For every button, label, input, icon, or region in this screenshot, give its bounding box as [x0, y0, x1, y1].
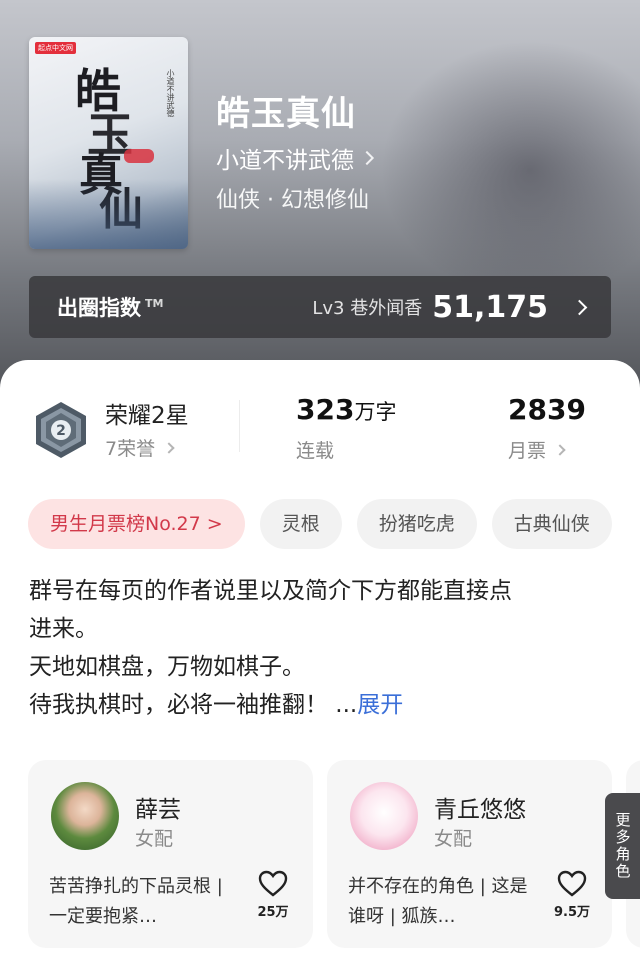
synopsis-line: 进来。: [29, 616, 98, 642]
book-info-card: 2 荣耀2星 7荣誉 323万字 连载 2839 月票 男生月票榜No.27 >…: [0, 360, 640, 957]
avatar: [51, 782, 119, 850]
cover-author: 小道不讲武德: [166, 69, 175, 117]
book-genre: 仙侠 · 幻想修仙: [216, 188, 369, 213]
chevron-right-icon: [571, 299, 588, 315]
like-button[interactable]: 25万: [253, 870, 293, 920]
tag-item[interactable]: 扮猪吃虎: [356, 499, 477, 549]
character-role: 女配: [135, 828, 174, 850]
popularity-index-bar[interactable]: 出圈指数 TM Lv3 巷外闻香 51,175: [29, 276, 611, 338]
expand-link[interactable]: 展开: [357, 692, 403, 718]
popularity-value: 51,175: [432, 289, 548, 325]
ranking-tag[interactable]: 男生月票榜No.27 >: [28, 499, 245, 549]
stats-row: 2 荣耀2星 7荣誉 323万字 连载 2839 月票: [0, 360, 640, 490]
heart-icon: [258, 870, 288, 897]
more-characters-button[interactable]: 更多角色: [605, 793, 640, 899]
honor-count[interactable]: 7荣誉: [105, 434, 175, 461]
chevron-right-icon: [554, 443, 566, 456]
avatar: [350, 782, 418, 850]
word-count: 323万字: [296, 393, 397, 426]
hexagon-badge-icon[interactable]: 2: [31, 400, 91, 460]
synopsis-line: 天地如棋盘，万物如棋子。: [29, 654, 305, 680]
heart-icon: [557, 870, 587, 897]
character-description: 并不存在的角色 | 这是谁呀 | 狐族…: [348, 876, 528, 927]
book-cover[interactable]: 起点中文网 皓 玉 真 仙 小道不讲武德: [29, 37, 188, 249]
chevron-right-icon: [359, 150, 375, 166]
character-role: 女配: [434, 828, 473, 850]
book-title: 皓玉真仙: [216, 94, 356, 134]
honor-title[interactable]: 荣耀2星: [105, 396, 189, 430]
book-header: 起点中文网 皓 玉 真 仙 小道不讲武德 皓玉真仙 小道不讲武德 仙侠 · 幻想…: [0, 0, 640, 400]
trademark-mark: TM: [145, 297, 164, 310]
author-link[interactable]: 小道不讲武德: [216, 141, 375, 175]
character-card[interactable]: 青丘悠悠 女配 并不存在的角色 | 这是谁呀 | 狐族… 9.5万: [327, 760, 612, 948]
serial-status: 连载: [296, 440, 335, 462]
synopsis-line: 群号在每页的作者说里以及简介下方都能直接点: [29, 578, 512, 604]
cover-art: [29, 179, 188, 249]
tag-item[interactable]: 古典仙侠: [491, 499, 612, 549]
honor-badge-number: 2: [56, 423, 66, 439]
character-name: 薛芸: [135, 797, 181, 823]
book-synopsis: 群号在每页的作者说里以及简介下方都能直接点 进来。 天地如棋盘，万物如棋子。 待…: [29, 572, 609, 724]
character-name: 青丘悠悠: [434, 797, 526, 823]
monthly-votes-link[interactable]: 月票: [508, 436, 566, 463]
cover-seal: [124, 149, 154, 163]
monthly-votes-count: 2839: [508, 393, 586, 426]
popularity-level: Lv3 巷外闻香: [312, 298, 423, 319]
chevron-right-icon: [163, 441, 175, 454]
like-count: 25万: [257, 905, 289, 920]
author-name: 小道不讲武德: [216, 148, 354, 174]
tag-item[interactable]: 灵根: [259, 499, 342, 549]
publisher-badge: 起点中文网: [35, 42, 76, 54]
character-description: 苦苦挣扎的下品灵根 | 一定要抱紧…: [49, 876, 223, 927]
synopsis-line: 待我执棋时，必将一袖推翻！ ...展开: [29, 692, 404, 718]
popularity-label: 出圈指数 TM: [57, 296, 164, 320]
divider: [239, 400, 240, 452]
tag-list: 男生月票榜No.27 > 灵根 扮猪吃虎 古典仙侠: [28, 499, 612, 549]
like-count: 9.5万: [553, 905, 591, 920]
character-card[interactable]: 薛芸 女配 苦苦挣扎的下品灵根 | 一定要抱紧… 25万: [28, 760, 313, 948]
like-button[interactable]: 9.5万: [552, 870, 592, 920]
